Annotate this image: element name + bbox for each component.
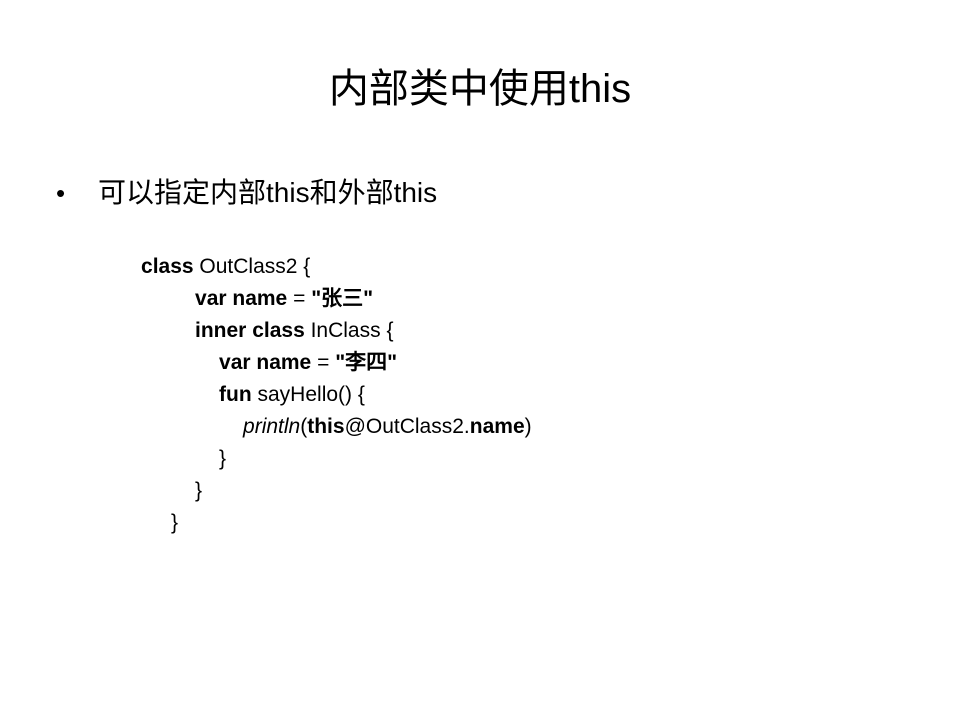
code-text: @OutClass2. xyxy=(344,415,470,438)
code-line-inner-class: inner class InClass { xyxy=(160,283,393,342)
slide-title: 内部类中使用this xyxy=(328,67,632,111)
bullet-text: 可以指定内部this和外部this xyxy=(98,177,438,208)
code-property: name xyxy=(469,415,525,438)
bullet-item: • 可以指定内部this和外部this xyxy=(54,173,437,213)
code-function: println xyxy=(243,415,301,438)
code-line-outer-name: var name = "张三" xyxy=(160,251,373,310)
code-line-class-decl: class OutClass2 { xyxy=(106,219,310,278)
bullet-dot-icon: • xyxy=(56,178,66,208)
code-brace: } xyxy=(195,479,203,502)
code-line-fun-decl: fun sayHello() { xyxy=(184,347,365,406)
code-line-println: println(this@OutClass2.name) xyxy=(208,379,532,438)
code-text: ) xyxy=(524,415,532,438)
code-keyword: this xyxy=(307,415,345,438)
slide: 内部类中使用this • 可以指定内部this和外部this class Out… xyxy=(0,0,960,720)
code-line-close-fun: } xyxy=(184,411,226,470)
code-brace: } xyxy=(219,447,227,470)
code-brace: } xyxy=(171,511,179,534)
code-line-close-outer: } xyxy=(136,475,178,534)
code-line-close-inner: } xyxy=(160,443,202,502)
code-line-inner-name: var name = "李四" xyxy=(184,315,397,374)
